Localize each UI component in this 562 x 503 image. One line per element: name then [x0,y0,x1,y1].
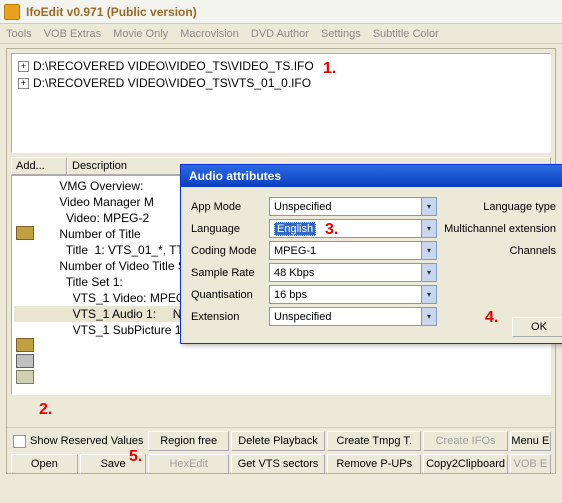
show-reserved-label: Show Reserved Values [30,435,144,447]
label-app-mode: App Mode [191,201,269,213]
combo-language[interactable]: English [269,219,437,238]
label-multichannel-ext: Multichannel extension [437,223,560,235]
copy2clipboard-button[interactable]: Copy2Clipboard [423,454,507,474]
subpicture-icon [16,370,34,384]
tree-item[interactable]: + D:\RECOVERED VIDEO\VIDEO_TS\VIDEO_TS.I… [18,58,544,75]
ifo-tree[interactable]: + D:\RECOVERED VIDEO\VIDEO_TS\VIDEO_TS.I… [11,53,551,153]
bottom-toolbar: Show Reserved Values Region free Delete … [7,427,555,473]
create-tmpg-button[interactable]: Create Tmpg T. [327,431,421,451]
label-extension: Extension [191,311,269,323]
menu-movie-only[interactable]: Movie Only [113,28,168,40]
delete-playback-button[interactable]: Delete Playback [231,431,325,451]
combo-extension[interactable]: Unspecified [269,307,437,326]
video-icon [16,338,34,352]
label-quantisation: Quantisation [191,289,269,301]
label-sample-rate: Sample Rate [191,267,269,279]
combo-app-mode[interactable]: Unspecified [269,197,437,216]
label-language-type: Language type [437,201,560,213]
get-vts-sectors-button[interactable]: Get VTS sectors [231,454,325,474]
expand-icon[interactable]: + [18,61,29,72]
label-channels: Channels [437,245,560,257]
label-language: Language [191,223,269,235]
remove-pups-button[interactable]: Remove P-UPs [327,454,421,474]
save-button[interactable]: Save [80,454,147,474]
chevron-down-icon[interactable] [421,308,436,325]
region-free-button[interactable]: Region free [148,431,228,451]
audio-attributes-dialog: Audio attributes App Mode Unspecified La… [180,164,562,344]
expand-icon[interactable]: + [18,78,29,89]
annotation-2: 2. [39,401,52,419]
open-button[interactable]: Open [11,454,78,474]
chevron-down-icon[interactable] [421,220,436,237]
video-icon [16,226,34,240]
menu-e-button[interactable]: Menu E [510,431,551,451]
show-reserved-checkbox[interactable] [13,435,26,448]
menu-dvd-author[interactable]: DVD Author [251,28,309,40]
chevron-down-icon[interactable] [421,264,436,281]
create-ifos-button[interactable]: Create IFOs [423,431,507,451]
combo-quantisation[interactable]: 16 bps [269,285,437,304]
dialog-title: Audio attributes [181,165,562,187]
menu-subtitle-color[interactable]: Subtitle Color [373,28,439,40]
menubar: Tools VOB Extras Movie Only Macrovision … [0,24,562,44]
label-coding-mode: Coding Mode [191,245,269,257]
audio-icon [16,354,34,368]
tree-label: D:\RECOVERED VIDEO\VIDEO_TS\VIDEO_TS.IFO [33,58,314,75]
ok-button[interactable]: OK [512,317,562,337]
menu-settings[interactable]: Settings [321,28,361,40]
workarea: + D:\RECOVERED VIDEO\VIDEO_TS\VIDEO_TS.I… [6,48,556,474]
window-titlebar: IfoEdit v0.971 (Public version) [0,0,562,24]
window-title: IfoEdit v0.971 (Public version) [26,5,197,19]
chevron-down-icon[interactable] [421,198,436,215]
combo-sample-rate[interactable]: 48 Kbps [269,263,437,282]
menu-macrovision[interactable]: Macrovision [180,28,239,40]
tree-label: D:\RECOVERED VIDEO\VIDEO_TS\VTS_01_0.IFO [33,75,311,92]
hexedit-button[interactable]: HexEdit [148,454,228,474]
chevron-down-icon[interactable] [421,286,436,303]
col-add[interactable]: Add... [11,157,67,175]
app-icon [4,4,20,20]
vob-e-button[interactable]: VOB E [510,454,551,474]
combo-coding-mode[interactable]: MPEG-1 [269,241,437,260]
menu-tools[interactable]: Tools [6,28,32,40]
chevron-down-icon[interactable] [421,242,436,259]
tree-item[interactable]: + D:\RECOVERED VIDEO\VIDEO_TS\VTS_01_0.I… [18,75,544,92]
menu-vob-extras[interactable]: VOB Extras [44,28,101,40]
